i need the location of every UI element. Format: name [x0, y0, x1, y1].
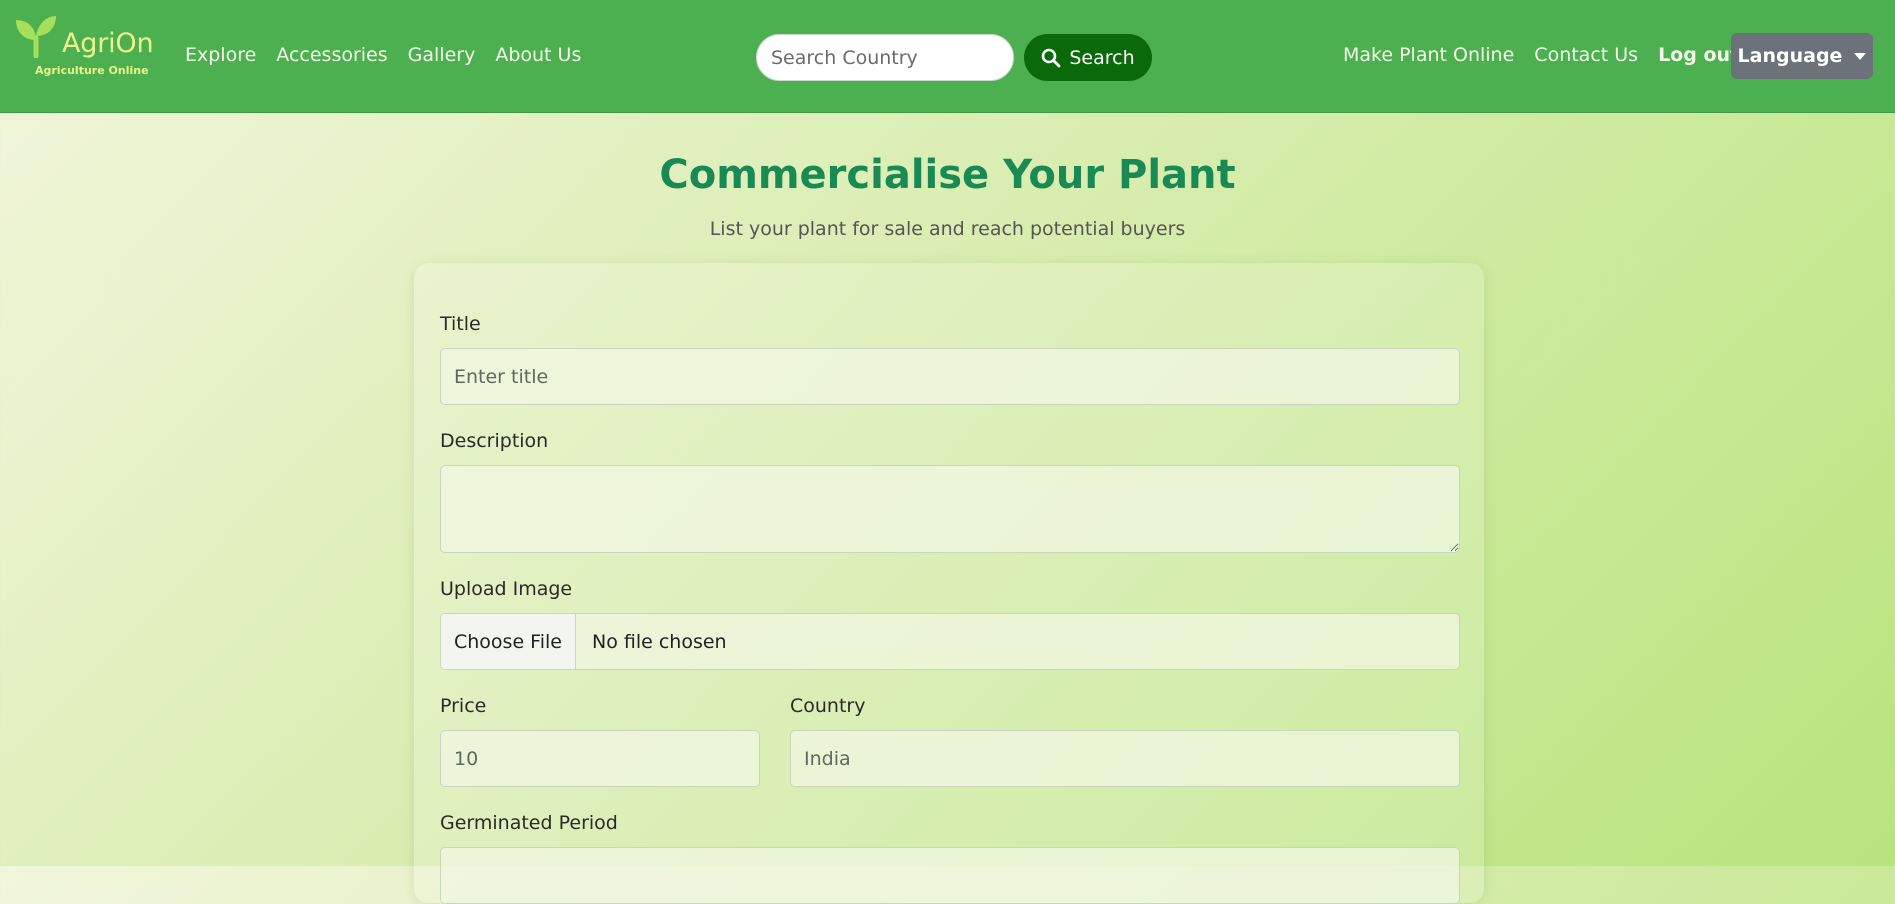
description-label: Description	[440, 430, 549, 452]
country-label: Country	[790, 695, 866, 717]
choose-file-button[interactable]: Choose File	[441, 614, 576, 669]
file-status-text: No file chosen	[591, 630, 727, 653]
primary-nav: Explore Accessories Gallery About Us	[185, 44, 581, 66]
language-dropdown-button[interactable]: Language	[1731, 33, 1873, 79]
nav-explore-link[interactable]: Explore	[185, 44, 256, 66]
navbar: AgriOn Agriculture Online Explore Access…	[0, 0, 1895, 113]
search-icon	[1042, 48, 1061, 67]
search-country-input[interactable]	[756, 34, 1014, 81]
price-input[interactable]	[440, 730, 760, 787]
page-title: Commercialise Your Plant	[659, 152, 1236, 198]
nav-about-link[interactable]: About Us	[495, 44, 581, 66]
title-input[interactable]	[440, 348, 1460, 405]
plant-listing-form: Title Description Upload Image Choose Fi…	[414, 263, 1484, 904]
nav-accessories-link[interactable]: Accessories	[276, 44, 387, 66]
secondary-nav: Make Plant Online Contact Us Log out	[1343, 44, 1739, 66]
search-button[interactable]: Search	[1024, 34, 1152, 81]
nav-contact-link[interactable]: Contact Us	[1534, 44, 1638, 66]
search-button-label: Search	[1069, 46, 1135, 69]
upload-image-label: Upload Image	[440, 578, 573, 600]
brand-name: AgriOn	[62, 28, 154, 59]
logout-link[interactable]: Log out	[1658, 44, 1739, 66]
sprout-icon	[16, 16, 56, 58]
nav-gallery-link[interactable]: Gallery	[408, 44, 476, 66]
language-label: Language	[1737, 45, 1843, 67]
nav-make-plant-online-link[interactable]: Make Plant Online	[1343, 44, 1514, 66]
price-label: Price	[440, 695, 487, 717]
title-label: Title	[440, 313, 481, 335]
germinated-period-input[interactable]	[440, 847, 1460, 904]
germinated-period-label: Germinated Period	[440, 812, 618, 834]
caret-down-icon	[1854, 52, 1867, 60]
brand-logo[interactable]: AgriOn Agriculture Online	[14, 14, 154, 84]
image-file-input[interactable]: Choose File No file chosen	[440, 613, 1460, 670]
page-subtitle: List your plant for sale and reach poten…	[709, 218, 1186, 240]
brand-tagline: Agriculture Online	[35, 64, 149, 77]
description-textarea[interactable]	[440, 465, 1460, 553]
country-input[interactable]	[790, 730, 1460, 787]
